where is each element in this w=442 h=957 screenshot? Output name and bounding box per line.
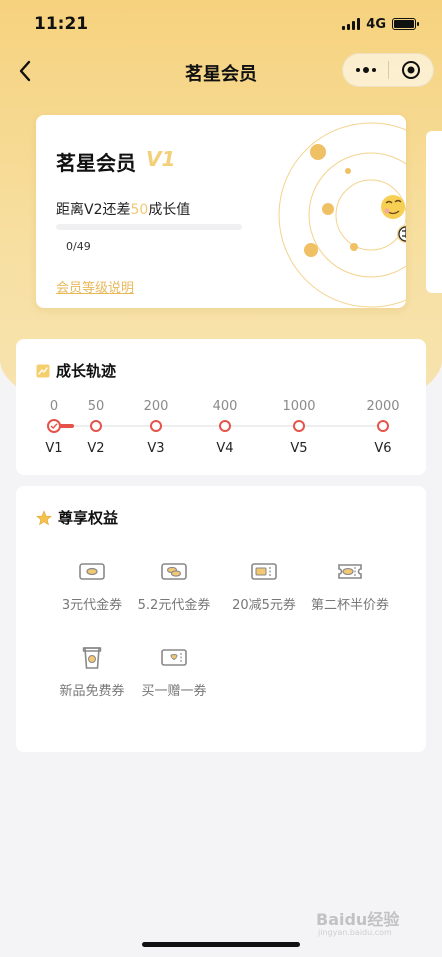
coupon-coin-icon xyxy=(79,563,105,580)
signal-icon xyxy=(342,18,361,30)
timeline-dot xyxy=(293,420,305,432)
smiley-face-icon xyxy=(381,195,405,219)
tea-logo-icon xyxy=(397,225,406,243)
network-type: 4G xyxy=(366,16,386,32)
growth-progress-bar xyxy=(56,224,242,230)
close-mini-program-button[interactable] xyxy=(389,53,433,87)
status-bar: 11:21 4G xyxy=(0,0,442,48)
benefit-label: 第二杯半价券 xyxy=(310,598,389,613)
timeline-dot xyxy=(219,420,231,432)
member-level-card: 茗星会员 V1 距离V2还差50成长值 0/49 会员等级说明 xyxy=(36,115,406,308)
progress-suffix: 成长值 xyxy=(148,202,191,218)
progress-remaining: 50 xyxy=(130,202,149,218)
orbit-decoration xyxy=(278,122,406,308)
timeline-threshold-v4: 400 xyxy=(212,399,238,414)
timeline-level-v6: V6 xyxy=(374,441,392,456)
benefit-item[interactable]: 5.2元代金券 xyxy=(124,556,224,613)
mini-program-capsule xyxy=(342,53,434,87)
timeline-dot xyxy=(150,420,162,432)
member-benefits-section: 尊享权益 3元代金券 5.2元代金券 20减5元券 第二杯半价券 新品免费券 买一赠一券 xyxy=(16,486,426,752)
watermark-text: Baidu经验 xyxy=(316,910,400,929)
timeline-dot xyxy=(90,420,102,432)
navigation-bar: 茗星会员 xyxy=(0,48,442,94)
timeline-dot xyxy=(377,420,389,432)
benefit-item[interactable]: 买一赠一券 xyxy=(124,642,224,699)
watermark-subtext: jingyan.baidu.com xyxy=(318,928,392,937)
timeline-level-v5: V5 xyxy=(290,441,308,456)
free-drink-cup-icon xyxy=(82,647,102,669)
level-progress-text: 距离V2还差50成长值 xyxy=(56,199,190,219)
timeline-level-v2: V2 xyxy=(87,441,105,456)
growth-timeline: 0 V1 50 V2 200 V3 400 V4 1000 V5 2000 V6 xyxy=(16,339,426,475)
member-level-badge: V1 xyxy=(146,147,176,171)
progress-prefix: 距离V2还差 xyxy=(56,202,131,218)
benefits-section-header: 尊享权益 xyxy=(36,507,118,528)
timeline-level-v1: V1 xyxy=(45,441,63,456)
battery-icon xyxy=(392,18,419,30)
benefit-label: 买一赠一券 xyxy=(141,684,207,699)
timeline-level-v4: V4 xyxy=(216,441,234,456)
timeline-threshold-v1: 0 xyxy=(49,399,59,414)
gift-heart-ticket-icon xyxy=(161,649,187,666)
timeline-threshold-v2: 50 xyxy=(87,399,105,414)
benefit-item[interactable]: 第二杯半价券 xyxy=(300,556,400,613)
status-time: 11:21 xyxy=(34,14,89,34)
discount-ticket-icon xyxy=(251,563,277,580)
timeline-threshold-v3: 200 xyxy=(143,399,169,414)
status-indicators: 4G xyxy=(342,16,419,32)
timeline-threshold-v5: 1000 xyxy=(282,399,316,414)
timeline-level-v3: V3 xyxy=(147,441,165,456)
next-card-peek[interactable] xyxy=(426,131,442,293)
benefit-label: 20减5元券 xyxy=(232,598,296,613)
target-circle-icon xyxy=(401,61,420,79)
level-rules-link[interactable]: 会员等级说明 xyxy=(56,277,134,296)
timeline-threshold-v6: 2000 xyxy=(366,399,400,414)
more-button[interactable] xyxy=(343,53,388,87)
growth-track-section: 成长轨迹 0 V1 50 V2 200 V3 400 V4 1000 V5 2000 V6 xyxy=(16,339,426,475)
benefits-section-title: 尊享权益 xyxy=(58,509,119,527)
half-price-ticket-icon xyxy=(338,564,362,579)
progress-count: 0/49 xyxy=(66,240,91,253)
home-indicator xyxy=(142,942,300,947)
coupon-coins-icon xyxy=(161,563,187,580)
benefit-item[interactable]: 20减5元券 xyxy=(214,556,314,613)
timeline-current-dot xyxy=(47,419,61,433)
benefit-label: 5.2元代金券 xyxy=(137,598,211,613)
baidu-watermark: Baidu经验 jingyan.baidu.com xyxy=(316,900,416,944)
star-icon xyxy=(36,509,52,525)
card-title: 茗星会员 xyxy=(56,151,136,175)
